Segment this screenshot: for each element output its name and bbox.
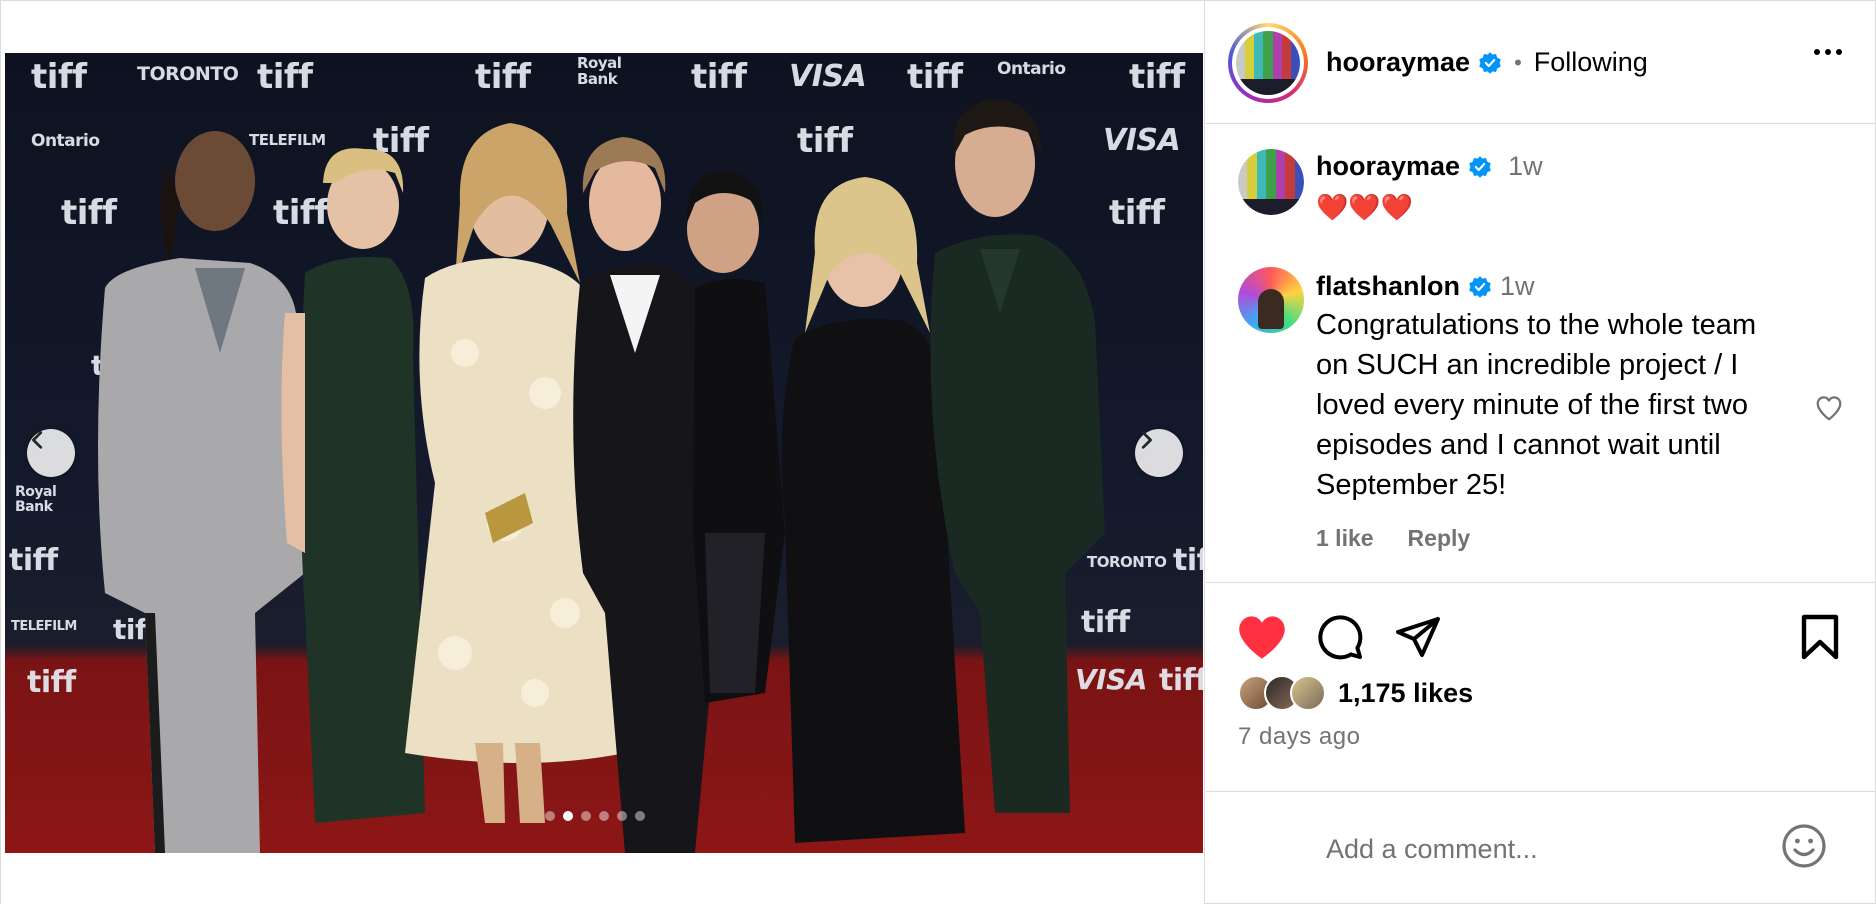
comment-username[interactable]: flatshanlon [1316, 271, 1460, 302]
more-options-button[interactable] [1814, 49, 1842, 55]
comment-avatar[interactable] [1238, 149, 1304, 215]
comment-like-button[interactable] [1814, 393, 1844, 428]
separator-dot: • [1514, 49, 1522, 75]
chevron-left-icon [32, 431, 43, 449]
verified-badge-icon [1469, 155, 1491, 178]
comment-header: hooraymae 1w [1316, 151, 1543, 182]
carousel-indicator [545, 811, 645, 821]
carousel-dot [599, 811, 609, 821]
carousel-dot [617, 811, 627, 821]
comment-time[interactable]: 1w [1508, 151, 1543, 182]
cast-group-photo [98, 99, 1105, 853]
post-actions [1206, 611, 1876, 671]
liker-avatar [1290, 675, 1326, 711]
comment-text: ❤️❤️❤️ [1316, 192, 1414, 222]
carousel-next-button[interactable] [1135, 429, 1183, 477]
save-button[interactable] [1798, 613, 1842, 666]
carousel-dot [635, 811, 645, 821]
comments-list: hooraymae 1w ❤️❤️❤️ flatshanlon 1w Congr… [1206, 125, 1876, 583]
rainbow-avatar [1238, 267, 1304, 333]
emoji-button[interactable] [1780, 822, 1828, 875]
color-bars-avatar [1236, 31, 1300, 95]
likes-summary[interactable]: 1,175 likes [1238, 675, 1473, 711]
post-timestamp[interactable]: 7 days ago [1238, 723, 1360, 751]
comment-likes-count[interactable]: 1 like [1316, 525, 1374, 552]
comment-reply-button[interactable]: Reply [1408, 525, 1471, 552]
post-photo: tiff TORONTO tiff tiff Royal Bank tiff V… [5, 53, 1203, 853]
author-username[interactable]: hooraymae [1326, 47, 1470, 78]
carousel-dot [563, 811, 573, 821]
comment-header: flatshanlon 1w [1316, 271, 1535, 302]
emoji-icon [1782, 824, 1826, 868]
author-info: hooraymae • Following [1326, 47, 1648, 78]
send-icon [1396, 617, 1440, 657]
add-comment-bar [1206, 791, 1876, 904]
add-comment-input[interactable] [1326, 824, 1766, 874]
comment-username[interactable]: hooraymae [1316, 151, 1460, 182]
post-header: hooraymae • Following [1206, 1, 1876, 124]
comment-text: Congratulations to the whole team on SUC… [1316, 309, 1757, 501]
comment-button[interactable] [1316, 613, 1364, 666]
comment-meta: 1 like Reply [1316, 525, 1470, 552]
author-avatar[interactable] [1228, 23, 1308, 103]
color-bars-avatar [1238, 149, 1304, 215]
like-button[interactable] [1236, 613, 1288, 666]
likes-count[interactable]: 1,175 likes [1338, 678, 1473, 709]
carousel-prev-button[interactable] [27, 429, 75, 477]
post-side-panel: hooraymae • Following hooraymae 1w ❤️❤️❤… [1206, 1, 1876, 904]
more-horizontal-icon [1814, 49, 1820, 55]
carousel-dot [545, 811, 555, 821]
comment-icon [1318, 615, 1363, 660]
comment-avatar[interactable] [1238, 267, 1304, 333]
verified-badge-icon [1479, 51, 1501, 74]
post-media: tiff TORONTO tiff tiff Royal Bank tiff V… [1, 1, 1205, 904]
chevron-right-icon [1141, 431, 1152, 449]
following-button[interactable]: Following [1534, 47, 1648, 78]
bookmark-icon [1801, 614, 1839, 660]
heart-filled-icon [1239, 616, 1285, 659]
verified-badge-icon [1469, 275, 1491, 298]
heart-outline-icon [1816, 396, 1842, 421]
carousel-dot [581, 811, 591, 821]
comment-time[interactable]: 1w [1500, 271, 1535, 302]
share-button[interactable] [1394, 613, 1442, 666]
post-dialog: tiff TORONTO tiff tiff Royal Bank tiff V… [0, 0, 1876, 904]
